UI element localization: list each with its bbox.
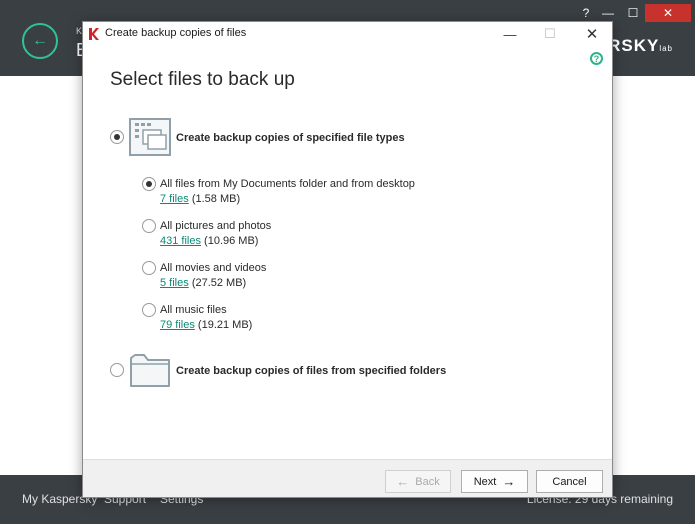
close-button[interactable]: ✕ bbox=[575, 22, 609, 46]
filetypes-radio[interactable] bbox=[110, 130, 124, 144]
next-button[interactable]: Next → bbox=[461, 470, 528, 493]
sub-option-detail-documents: 7 files (1.58 MB) bbox=[160, 193, 240, 205]
size-documents: (1.58 MB) bbox=[191, 193, 241, 205]
next-button-label: Next bbox=[473, 475, 497, 488]
size-music: (19.21 MB) bbox=[197, 319, 253, 331]
folders-label[interactable]: Create backup copies of files from speci… bbox=[176, 365, 446, 377]
background-minimize-button[interactable]: — bbox=[598, 4, 618, 22]
dialog-title: Create backup copies of files bbox=[105, 27, 247, 39]
background-content-left bbox=[0, 76, 83, 475]
cancel-button[interactable]: Cancel bbox=[536, 470, 603, 493]
background-content-right bbox=[612, 76, 695, 475]
back-arrow-glyph: ← bbox=[32, 32, 48, 49]
dialog-titlebar[interactable]: Create backup copies of files — ☐ ✕ bbox=[83, 22, 612, 46]
backup-dialog: Create backup copies of files — ☐ ✕ ? Se… bbox=[82, 21, 613, 498]
files-link-music[interactable]: 79 files bbox=[160, 319, 195, 331]
background-help-button[interactable]: ? bbox=[576, 4, 596, 22]
back-button[interactable]: ← Back bbox=[385, 470, 451, 493]
files-link-movies[interactable]: 5 files bbox=[160, 277, 189, 289]
dialog-footer: ← Back Next → Cancel bbox=[83, 459, 612, 497]
size-pictures: (10.96 MB) bbox=[204, 235, 259, 247]
next-arrow-icon: → bbox=[502, 474, 516, 489]
maximize-button[interactable]: ☐ bbox=[533, 22, 567, 46]
folder-icon bbox=[130, 354, 170, 387]
sub-option-radio-movies[interactable] bbox=[142, 261, 156, 275]
minimize-button[interactable]: — bbox=[493, 22, 527, 46]
sub-option-label-movies[interactable]: All movies and videos bbox=[160, 262, 266, 274]
sub-option-label-pictures[interactable]: All pictures and photos bbox=[160, 220, 271, 232]
files-link-pictures[interactable]: 431 files bbox=[160, 235, 201, 247]
back-arrow-icon: ← bbox=[396, 474, 410, 489]
background-maximize-button[interactable]: ☐ bbox=[619, 4, 647, 22]
kaspersky-app-icon bbox=[89, 28, 99, 40]
sub-option-label-documents[interactable]: All files from My Documents folder and f… bbox=[160, 178, 415, 190]
size-movies: (27.52 MB) bbox=[191, 277, 247, 289]
page-heading: Select files to back up bbox=[110, 69, 295, 90]
logo-lab: lab bbox=[659, 44, 673, 53]
sub-option-detail-music: 79 files (19.21 MB) bbox=[160, 319, 252, 331]
sub-option-detail-pictures: 431 files (10.96 MB) bbox=[160, 235, 258, 247]
filetypes-label[interactable]: Create backup copies of specified file t… bbox=[176, 132, 405, 144]
file-types-icon bbox=[129, 118, 171, 156]
sub-option-radio-music[interactable] bbox=[142, 303, 156, 317]
background-close-button[interactable]: ✕ bbox=[645, 4, 691, 22]
sub-option-detail-movies: 5 files (27.52 MB) bbox=[160, 277, 246, 289]
back-button-label: Back bbox=[415, 475, 440, 488]
sub-option-radio-pictures[interactable] bbox=[142, 219, 156, 233]
back-arrow-icon[interactable]: ← bbox=[22, 23, 58, 59]
sub-option-radio-documents[interactable] bbox=[142, 177, 156, 191]
help-icon[interactable]: ? bbox=[590, 52, 603, 65]
files-link-documents[interactable]: 7 files bbox=[160, 193, 189, 205]
sub-option-label-music[interactable]: All music files bbox=[160, 304, 227, 316]
folders-radio[interactable] bbox=[110, 363, 124, 377]
